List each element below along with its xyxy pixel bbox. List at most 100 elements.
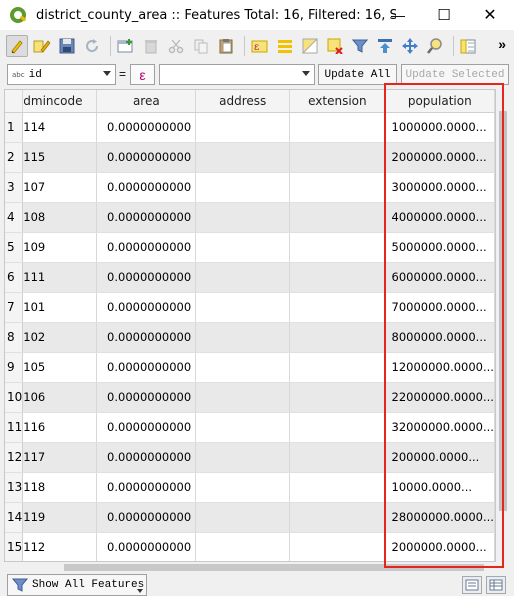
update-all-button[interactable]: Update All bbox=[318, 64, 397, 85]
cell-address[interactable] bbox=[195, 142, 291, 173]
table-row[interactable]: 9 105 0.0000000000 12000000.0000... bbox=[5, 352, 495, 383]
cell-address[interactable] bbox=[195, 172, 291, 203]
cell-area[interactable]: 0.0000000000 bbox=[96, 382, 197, 413]
cell-dmincode[interactable]: 108 bbox=[22, 202, 98, 233]
toolbar-more-button[interactable]: » bbox=[498, 36, 506, 52]
cell-extension[interactable] bbox=[289, 382, 386, 413]
table-view-icon[interactable] bbox=[486, 576, 506, 594]
cell-dmincode[interactable]: 117 bbox=[22, 442, 98, 473]
cell-extension[interactable] bbox=[289, 352, 386, 383]
delete-feature-icon[interactable] bbox=[140, 35, 162, 57]
cell-area[interactable]: 0.0000000000 bbox=[96, 322, 197, 353]
table-row[interactable]: 4 108 0.0000000000 4000000.0000... bbox=[5, 202, 495, 233]
cell-population[interactable]: 10000.0000... bbox=[385, 472, 495, 503]
cell-dmincode[interactable]: 112 bbox=[22, 532, 98, 561]
zoom-to-selected-icon[interactable] bbox=[424, 35, 446, 57]
cell-dmincode[interactable]: 107 bbox=[22, 172, 98, 203]
cell-population[interactable]: 6000000.0000... bbox=[385, 262, 495, 293]
expression-builder-button[interactable]: ε bbox=[130, 64, 155, 85]
cell-dmincode[interactable]: 105 bbox=[22, 352, 98, 383]
cell-address[interactable] bbox=[195, 292, 291, 323]
cell-address[interactable] bbox=[195, 382, 291, 413]
cell-population[interactable]: 5000000.0000... bbox=[385, 232, 495, 263]
multi-edit-icon[interactable] bbox=[31, 35, 53, 57]
cell-population[interactable]: 7000000.0000... bbox=[385, 292, 495, 323]
cell-address[interactable] bbox=[195, 442, 291, 473]
column-header-dmincode[interactable]: dmincode bbox=[22, 90, 98, 113]
form-view-icon[interactable] bbox=[462, 576, 482, 594]
cell-area[interactable]: 0.0000000000 bbox=[96, 292, 197, 323]
table-row[interactable]: 13 118 0.0000000000 10000.0000... bbox=[5, 472, 495, 503]
cell-dmincode[interactable]: 114 bbox=[22, 112, 98, 143]
cell-dmincode[interactable]: 111 bbox=[22, 262, 98, 293]
filter-icon[interactable] bbox=[349, 35, 371, 57]
table-row[interactable]: 1 114 0.0000000000 1000000.0000... bbox=[5, 112, 495, 143]
cell-area[interactable]: 0.0000000000 bbox=[96, 112, 197, 143]
move-to-top-icon[interactable] bbox=[374, 35, 396, 57]
cell-extension[interactable] bbox=[289, 532, 386, 561]
cell-address[interactable] bbox=[195, 352, 291, 383]
select-by-expression-icon[interactable]: ε bbox=[249, 35, 271, 57]
show-all-features-button[interactable]: Show All Features bbox=[7, 574, 147, 596]
cell-extension[interactable] bbox=[289, 442, 386, 473]
table-row[interactable]: 2 115 0.0000000000 2000000.0000... bbox=[5, 142, 495, 173]
pencil-icon[interactable] bbox=[6, 35, 28, 57]
cell-population[interactable]: 3000000.0000... bbox=[385, 172, 495, 203]
minimize-button[interactable]: — bbox=[375, 0, 421, 30]
new-field-icon[interactable] bbox=[458, 35, 480, 57]
invert-selection-icon[interactable] bbox=[299, 35, 321, 57]
deselect-all-icon[interactable] bbox=[324, 35, 346, 57]
cell-extension[interactable] bbox=[289, 202, 386, 233]
table-row[interactable]: 12 117 0.0000000000 200000.0000... bbox=[5, 442, 495, 473]
table-row[interactable]: 14 119 0.0000000000 28000000.0000... bbox=[5, 502, 495, 533]
column-header-area[interactable]: area bbox=[96, 90, 197, 113]
table-row[interactable]: 7 101 0.0000000000 7000000.0000... bbox=[5, 292, 495, 323]
cell-population[interactable]: 28000000.0000... bbox=[385, 502, 495, 533]
cell-population[interactable]: 12000000.0000... bbox=[385, 352, 495, 383]
cell-extension[interactable] bbox=[289, 112, 386, 143]
cell-area[interactable]: 0.0000000000 bbox=[96, 472, 197, 503]
save-edits-icon[interactable] bbox=[56, 35, 78, 57]
cell-area[interactable]: 0.0000000000 bbox=[96, 502, 197, 533]
cell-area[interactable]: 0.0000000000 bbox=[96, 262, 197, 293]
cell-population[interactable]: 22000000.0000... bbox=[385, 382, 495, 413]
cell-area[interactable]: 0.0000000000 bbox=[96, 412, 197, 443]
column-header-population[interactable]: population bbox=[385, 90, 495, 113]
cell-address[interactable] bbox=[195, 112, 291, 143]
cell-dmincode[interactable]: 118 bbox=[22, 472, 98, 503]
vertical-scrollbar[interactable] bbox=[497, 89, 509, 562]
table-row[interactable]: 11 116 0.0000000000 32000000.0000... bbox=[5, 412, 495, 443]
cell-extension[interactable] bbox=[289, 232, 386, 263]
cell-dmincode[interactable]: 101 bbox=[22, 292, 98, 323]
table-row[interactable]: 5 109 0.0000000000 5000000.0000... bbox=[5, 232, 495, 263]
cell-population[interactable]: 200000.0000... bbox=[385, 442, 495, 473]
add-feature-icon[interactable] bbox=[115, 35, 137, 57]
cell-population[interactable]: 8000000.0000... bbox=[385, 322, 495, 353]
cell-extension[interactable] bbox=[289, 142, 386, 173]
cell-population[interactable]: 32000000.0000... bbox=[385, 412, 495, 443]
cell-address[interactable] bbox=[195, 322, 291, 353]
cell-area[interactable]: 0.0000000000 bbox=[96, 532, 197, 561]
update-selected-button[interactable]: Update Selected bbox=[401, 64, 509, 85]
cell-dmincode[interactable]: 106 bbox=[22, 382, 98, 413]
table-row[interactable]: 15 112 0.0000000000 2000000.0000... bbox=[5, 532, 495, 561]
cell-address[interactable] bbox=[195, 532, 291, 561]
table-row[interactable]: 10 106 0.0000000000 22000000.0000... bbox=[5, 382, 495, 413]
cut-icon[interactable] bbox=[165, 35, 187, 57]
cell-population[interactable]: 4000000.0000... bbox=[385, 202, 495, 233]
cell-extension[interactable] bbox=[289, 502, 386, 533]
cell-area[interactable]: 0.0000000000 bbox=[96, 442, 197, 473]
cell-extension[interactable] bbox=[289, 322, 386, 353]
table-row[interactable]: 6 111 0.0000000000 6000000.0000... bbox=[5, 262, 495, 293]
scroll-thumb[interactable] bbox=[499, 111, 507, 511]
cell-population[interactable]: 1000000.0000... bbox=[385, 112, 495, 143]
cell-area[interactable]: 0.0000000000 bbox=[96, 352, 197, 383]
cell-address[interactable] bbox=[195, 502, 291, 533]
pan-to-selected-icon[interactable] bbox=[399, 35, 421, 57]
chevron-down-icon[interactable] bbox=[302, 71, 310, 76]
table-row[interactable]: 8 102 0.0000000000 8000000.0000... bbox=[5, 322, 495, 353]
cell-extension[interactable] bbox=[289, 412, 386, 443]
cell-address[interactable] bbox=[195, 202, 291, 233]
column-header-extension[interactable]: extension bbox=[289, 90, 386, 113]
cell-population[interactable]: 2000000.0000... bbox=[385, 532, 495, 561]
